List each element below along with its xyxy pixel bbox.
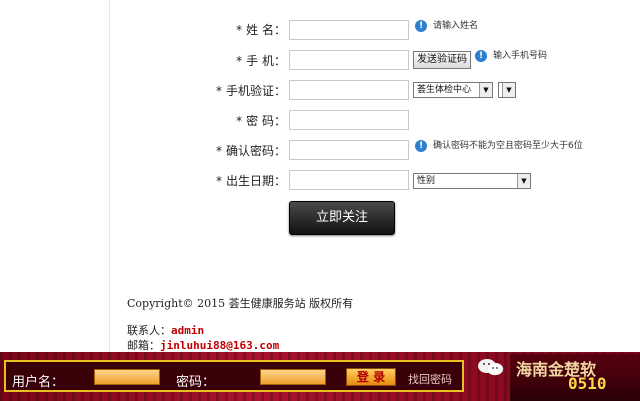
birth-label: * 出生日期： <box>215 174 286 188</box>
email-line: 邮箱：jinluhui88@163.com <box>127 339 280 352</box>
confirm-password-input[interactable] <box>289 140 409 160</box>
birth-date-input[interactable] <box>289 170 409 190</box>
center-select[interactable]: 荟生体检中心 ▼ <box>413 82 493 98</box>
info-icon: ! <box>415 19 427 32</box>
chevron-down-icon: ▼ <box>517 174 530 188</box>
center-subselect[interactable]: ▼ <box>498 82 516 98</box>
content-divider <box>109 0 110 352</box>
name-label: * 姓 名： <box>236 23 286 37</box>
chevron-down-icon: ▼ <box>479 83 492 97</box>
username-label: 用户名： <box>12 375 65 390</box>
login-button[interactable]: 登 录 <box>346 368 396 386</box>
name-input[interactable] <box>289 20 409 40</box>
forgot-password-link[interactable]: 找回密码 <box>408 371 452 387</box>
verify-input[interactable] <box>289 80 409 100</box>
info-icon: ! <box>475 49 487 62</box>
info-icon: ! <box>415 139 427 152</box>
brand-text-bottom: 0510 <box>568 374 607 393</box>
gender-select[interactable]: 性别 ▼ <box>413 173 531 189</box>
copyright-text: Copyright© 2015 荟生健康服务站 版权所有 <box>127 297 354 310</box>
verify-label: * 手机验证： <box>215 84 286 98</box>
confirm-hint: ! 确认密码不能为空且密码至少大于6位 <box>415 139 583 153</box>
chevron-down-icon: ▼ <box>502 83 515 97</box>
contact-line: 联系人：admin <box>127 324 205 337</box>
phone-hint: ! 输入手机号码 <box>475 49 547 63</box>
wechat-icon <box>478 359 504 376</box>
password-input[interactable] <box>289 110 409 130</box>
password-label: * 密 码： <box>236 114 286 128</box>
login-frame: 用户名： 密码： 登 录 找回密码 <box>4 360 464 392</box>
follow-button[interactable]: 立即关注 <box>289 201 395 235</box>
login-password-label: 密码： <box>176 375 216 390</box>
phone-input[interactable] <box>289 50 409 70</box>
name-hint: ! 请输入姓名 <box>415 19 478 33</box>
brand-watermark: 海南金楚软 0510 <box>510 354 640 401</box>
confirm-label: * 确认密码： <box>215 144 286 158</box>
username-input[interactable] <box>94 369 160 385</box>
send-code-button[interactable]: 发送验证码 <box>413 51 471 69</box>
login-password-input[interactable] <box>260 369 326 385</box>
phone-label: * 手 机： <box>236 54 286 68</box>
